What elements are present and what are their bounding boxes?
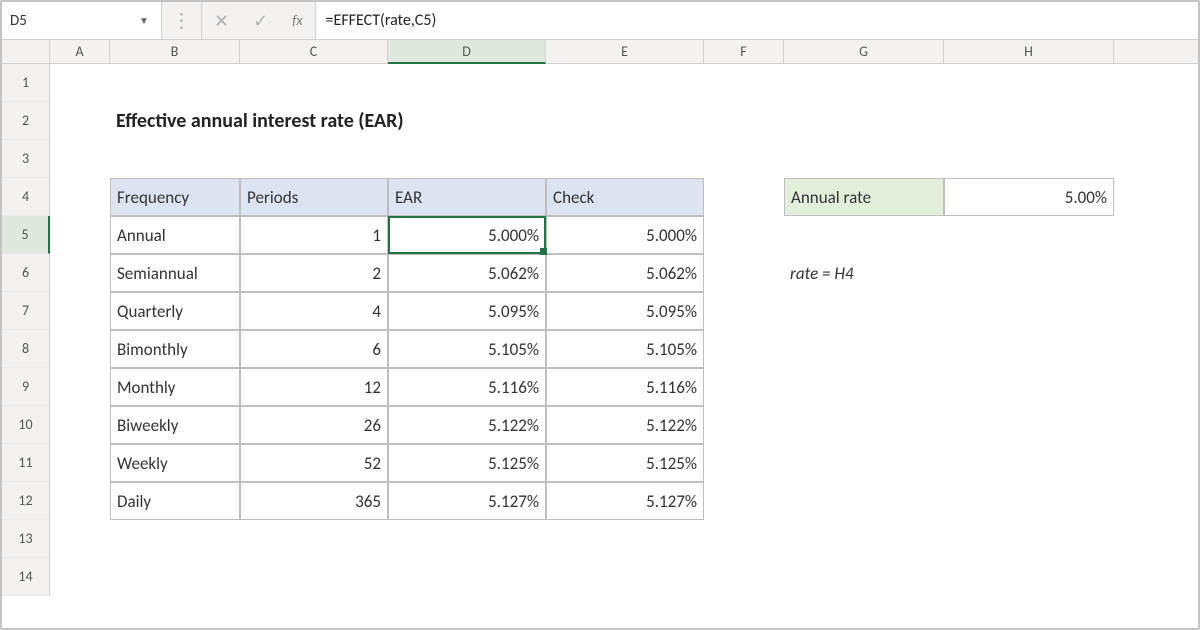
annual-rate-value[interactable]: 5.00%	[944, 178, 1114, 216]
cell-freq-5[interactable]: Biweekly	[110, 406, 240, 444]
col-header-C[interactable]: C	[240, 40, 388, 63]
cell-freq-3[interactable]: Bimonthly	[110, 330, 240, 368]
cell-ear-0[interactable]: 5.000%	[388, 216, 546, 254]
cell-check-4[interactable]: 5.116%	[546, 368, 704, 406]
th-periods[interactable]: Periods	[240, 178, 388, 216]
row-header-13[interactable]: 13	[2, 520, 49, 558]
col-header-D[interactable]: D	[388, 40, 546, 64]
row-header-3[interactable]: 3	[2, 140, 49, 178]
formula-bar-buttons: ✕ ✓ fx	[202, 2, 316, 39]
cell-ear-5[interactable]: 5.122%	[388, 406, 546, 444]
cell-periods-0[interactable]: 1	[240, 216, 388, 254]
row-header-2[interactable]: 2	[2, 102, 49, 140]
cell-ear-2[interactable]: 5.095%	[388, 292, 546, 330]
row-header-8[interactable]: 8	[2, 330, 49, 368]
cell-periods-2[interactable]: 4	[240, 292, 388, 330]
row-header-1[interactable]: 1	[2, 64, 49, 102]
formula-bar: D5 ▼ ⋮ ✕ ✓ fx =EFFECT(rate,C5)	[2, 2, 1198, 40]
cell-periods-6[interactable]: 52	[240, 444, 388, 482]
col-header-F[interactable]: F	[704, 40, 784, 63]
cell-periods-5[interactable]: 26	[240, 406, 388, 444]
formula-bar-separator: ⋮	[162, 2, 202, 39]
cell-ear-4[interactable]: 5.116%	[388, 368, 546, 406]
cell-freq-7[interactable]: Daily	[110, 482, 240, 520]
enter-icon[interactable]: ✓	[253, 10, 268, 32]
row-header-12[interactable]: 12	[2, 482, 49, 520]
cells-area[interactable]: Effective annual interest rate (EAR) Fre…	[50, 64, 1198, 596]
col-header-H[interactable]: H	[944, 40, 1114, 63]
cell-freq-6[interactable]: Weekly	[110, 444, 240, 482]
cell-freq-1[interactable]: Semiannual	[110, 254, 240, 292]
formula-text: =EFFECT(rate,C5)	[326, 11, 437, 30]
row-header-11[interactable]: 11	[2, 444, 49, 482]
cell-reference: D5	[10, 12, 139, 30]
cell-check-0[interactable]: 5.000%	[546, 216, 704, 254]
cell-periods-3[interactable]: 6	[240, 330, 388, 368]
cell-periods-7[interactable]: 365	[240, 482, 388, 520]
col-header-E[interactable]: E	[546, 40, 704, 63]
row-header-14[interactable]: 14	[2, 558, 49, 596]
cell-check-2[interactable]: 5.095%	[546, 292, 704, 330]
cell-freq-2[interactable]: Quarterly	[110, 292, 240, 330]
formula-input[interactable]: =EFFECT(rate,C5)	[316, 2, 1198, 39]
annual-rate-label[interactable]: Annual rate	[784, 178, 944, 216]
col-header-B[interactable]: B	[110, 40, 240, 63]
cell-check-7[interactable]: 5.127%	[546, 482, 704, 520]
cell-ear-7[interactable]: 5.127%	[388, 482, 546, 520]
chevron-down-icon[interactable]: ▼	[139, 14, 153, 27]
column-headers: A B C D E F G H	[2, 40, 1198, 64]
fx-icon[interactable]: fx	[292, 12, 302, 29]
cell-freq-4[interactable]: Monthly	[110, 368, 240, 406]
cell-ear-6[interactable]: 5.125%	[388, 444, 546, 482]
cell-freq-0[interactable]: Annual	[110, 216, 240, 254]
col-header-G[interactable]: G	[784, 40, 944, 63]
title-cell[interactable]: Effective annual interest rate (EAR)	[110, 102, 610, 140]
cell-check-6[interactable]: 5.125%	[546, 444, 704, 482]
cell-periods-1[interactable]: 2	[240, 254, 388, 292]
col-header-A[interactable]: A	[50, 40, 110, 63]
th-check[interactable]: Check	[546, 178, 704, 216]
cell-check-1[interactable]: 5.062%	[546, 254, 704, 292]
rate-note[interactable]: rate = H4	[784, 254, 984, 292]
cell-check-3[interactable]: 5.105%	[546, 330, 704, 368]
cell-check-5[interactable]: 5.122%	[546, 406, 704, 444]
row-header-5[interactable]: 5	[2, 216, 50, 254]
cell-ear-1[interactable]: 5.062%	[388, 254, 546, 292]
name-box[interactable]: D5 ▼	[2, 2, 162, 39]
row-header-10[interactable]: 10	[2, 406, 49, 444]
th-ear[interactable]: EAR	[388, 178, 546, 216]
row-header-7[interactable]: 7	[2, 292, 49, 330]
cancel-icon[interactable]: ✕	[214, 10, 229, 32]
cell-periods-4[interactable]: 12	[240, 368, 388, 406]
spreadsheet-grid: 1 2 3 4 5 6 7 8 9 10 11 12 13 14 Effecti…	[2, 64, 1198, 596]
th-frequency[interactable]: Frequency	[110, 178, 240, 216]
row-header-6[interactable]: 6	[2, 254, 49, 292]
row-header-9[interactable]: 9	[2, 368, 49, 406]
select-all-corner[interactable]	[2, 40, 50, 63]
cell-ear-3[interactable]: 5.105%	[388, 330, 546, 368]
row-header-4[interactable]: 4	[2, 178, 49, 216]
row-headers: 1 2 3 4 5 6 7 8 9 10 11 12 13 14	[2, 64, 50, 596]
